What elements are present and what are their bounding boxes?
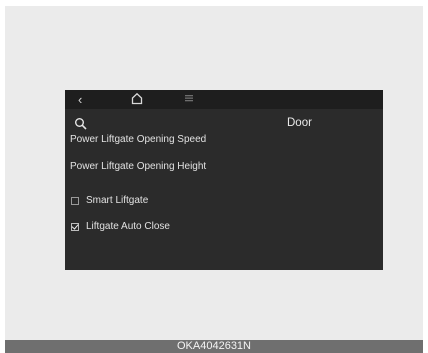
home-icon[interactable] — [131, 92, 143, 107]
screen-title: Door — [287, 117, 312, 129]
menu-item-label: Power Liftgate Opening Height — [70, 161, 207, 172]
search-icon[interactable] — [74, 117, 88, 131]
menu-icon[interactable] — [184, 92, 194, 107]
infotainment-screen: ‹ Door Power Liftgate Opening Speed Powe… — [65, 90, 383, 270]
checkbox-unchecked[interactable] — [71, 197, 79, 205]
top-navigation-bar: ‹ — [65, 90, 383, 109]
checkbox-liftgate-auto-close[interactable]: Liftgate Auto Close — [71, 221, 170, 233]
checkbox-smart-liftgate[interactable]: Smart Liftgate — [71, 195, 148, 207]
figure-frame: ‹ Door Power Liftgate Opening Speed Powe… — [5, 6, 423, 340]
page: ‹ Door Power Liftgate Opening Speed Powe… — [0, 0, 428, 353]
checkbox-label: Liftgate Auto Close — [86, 221, 170, 232]
checkbox-label: Smart Liftgate — [86, 195, 149, 206]
checkbox-checked[interactable] — [71, 223, 79, 231]
back-icon[interactable]: ‹ — [78, 92, 82, 107]
menu-item-label: Power Liftgate Opening Speed — [70, 134, 207, 145]
menu-item-opening-speed[interactable]: Power Liftgate Opening Speed — [70, 134, 220, 146]
menu-item-opening-height[interactable]: Power Liftgate Opening Height — [70, 161, 220, 173]
figure-caption: OKA4042631N — [5, 340, 423, 353]
